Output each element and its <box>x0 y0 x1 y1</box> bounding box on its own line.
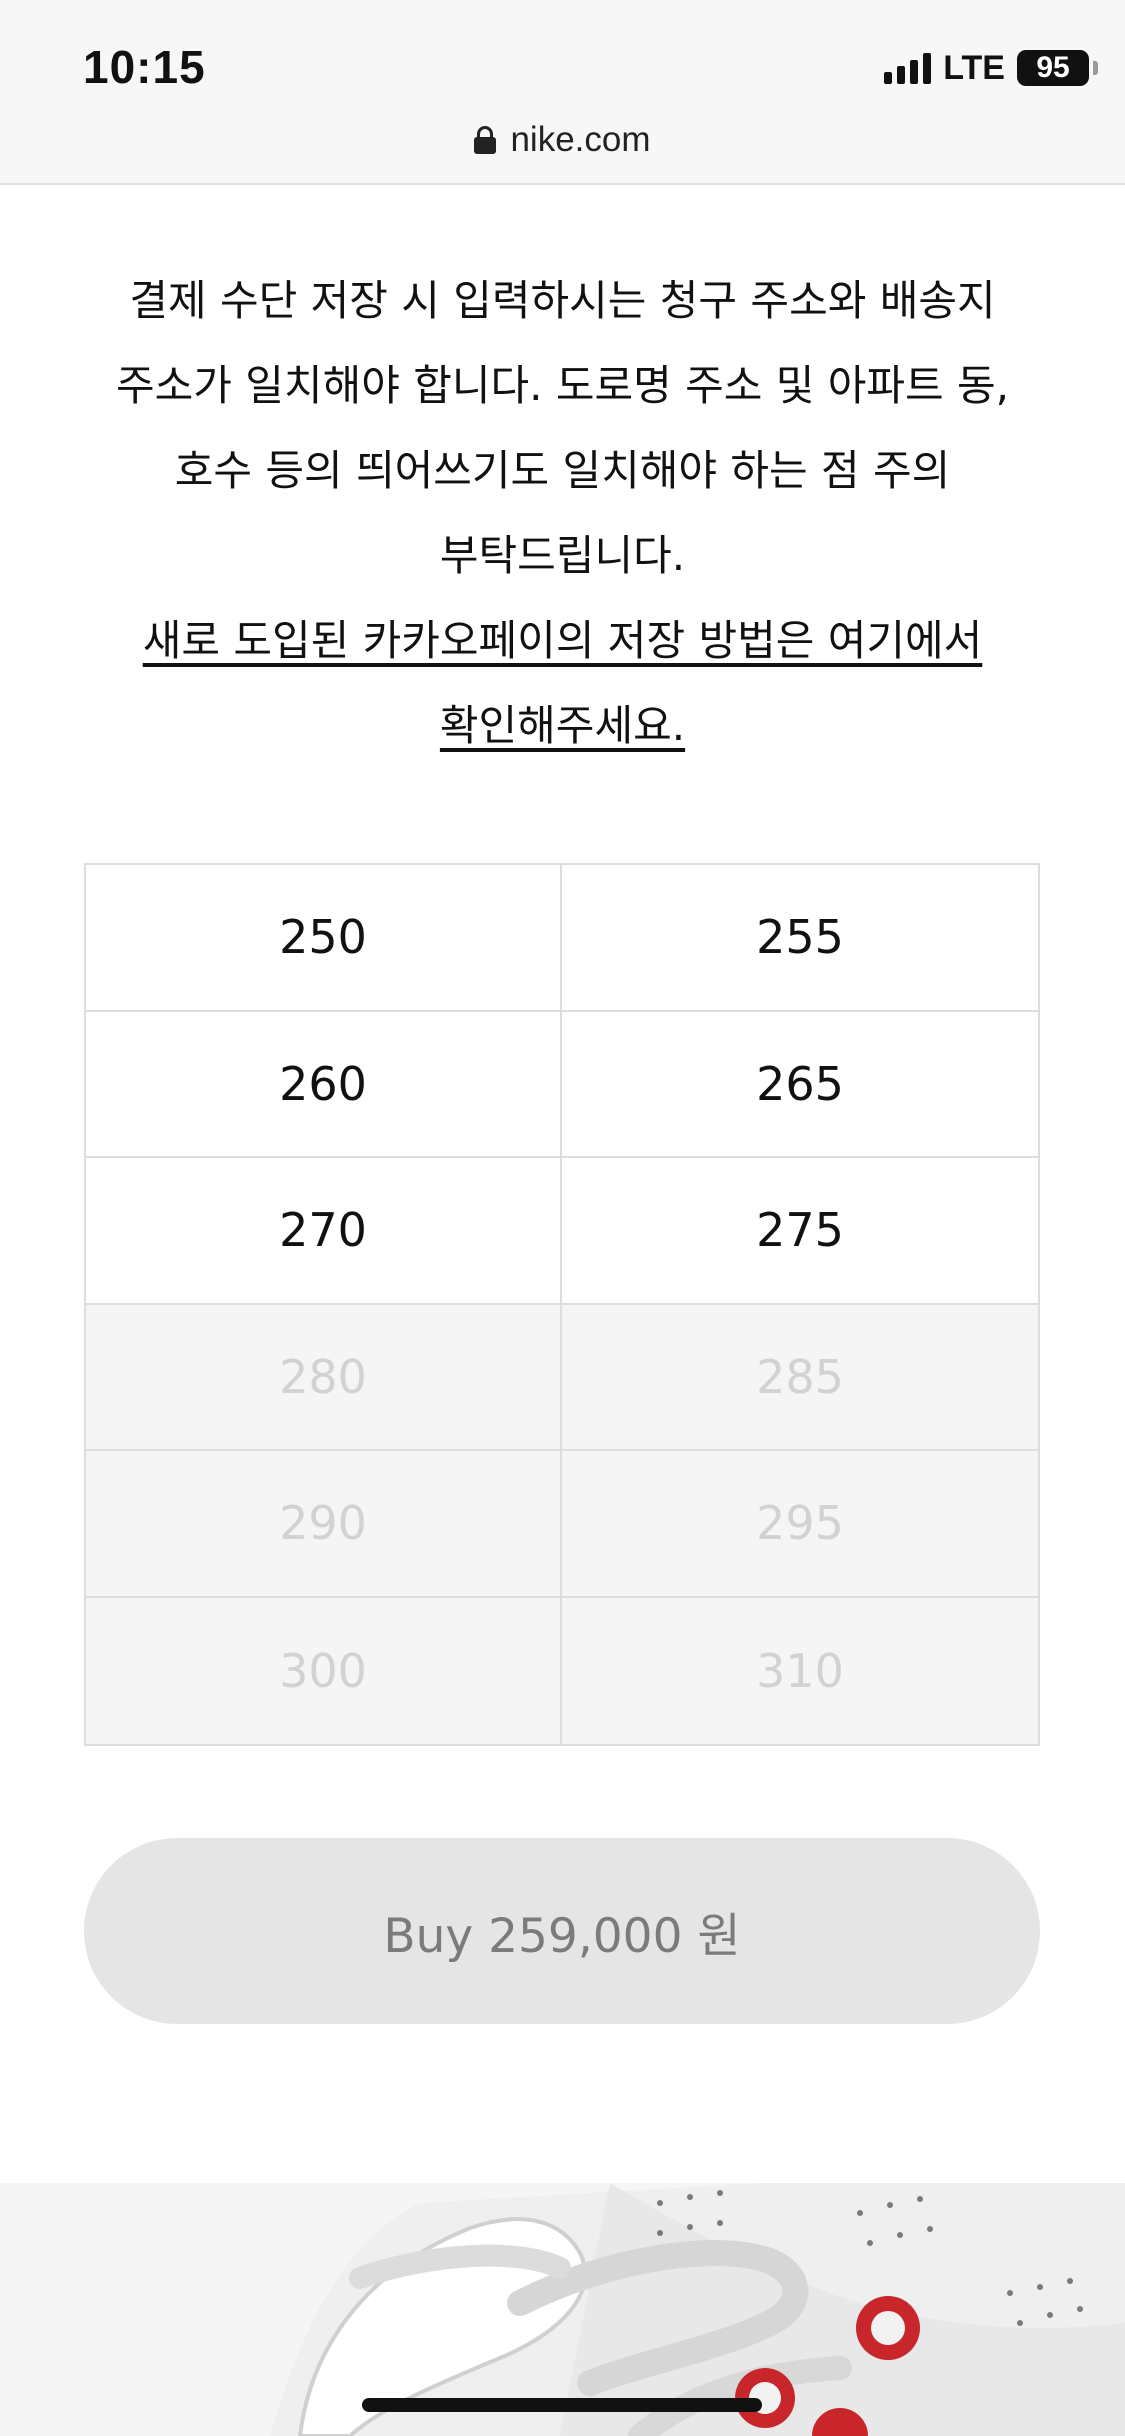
kakaopay-guide-link[interactable]: 새로 도입된 카카오페이의 저장 방법은 여기에서 <box>143 616 983 665</box>
size-option-295: 295 <box>562 1451 1038 1598</box>
size-selector-grid: 250 255 260 265 270 275 280 285 290 295 300 310 <box>84 863 1040 1746</box>
lock-icon <box>474 126 497 154</box>
url-text: nike.com <box>510 120 651 159</box>
notice-line: 부탁드립니다. <box>439 531 686 580</box>
home-indicator[interactable] <box>362 2398 762 2412</box>
battery-level: 95 <box>1036 51 1070 84</box>
buy-button[interactable]: Buy 259,000 원 <box>84 1838 1040 2024</box>
size-option-265[interactable]: 265 <box>562 1011 1038 1158</box>
size-option-280: 280 <box>86 1304 562 1451</box>
size-option-250[interactable]: 250 <box>86 865 562 1012</box>
network-type: LTE <box>943 48 1005 87</box>
size-option-310: 310 <box>562 1597 1038 1744</box>
size-option-260[interactable]: 260 <box>86 1011 562 1158</box>
kakaopay-guide-link[interactable]: 확인해주세요. <box>440 701 685 750</box>
payment-notice: 결제 수단 저장 시 입력하시는 청구 주소와 배송지 주소가 일치해야 합니다… <box>60 258 1065 768</box>
status-indicators: LTE 95 <box>884 48 1098 88</box>
size-option-270[interactable]: 270 <box>86 1158 562 1305</box>
size-option-300: 300 <box>86 1597 562 1744</box>
notice-line: 결제 수단 저장 시 입력하시는 청구 주소와 배송지 <box>129 276 996 325</box>
size-option-285: 285 <box>562 1304 1038 1451</box>
browser-top-bar: 10:15 LTE 95 nike.com <box>0 0 1125 185</box>
size-option-255[interactable]: 255 <box>562 865 1038 1012</box>
size-option-275[interactable]: 275 <box>562 1158 1038 1305</box>
address-bar[interactable]: nike.com <box>0 118 1125 162</box>
notice-line: 주소가 일치해야 합니다. 도로명 주소 및 아파트 동, <box>116 361 1009 410</box>
battery-icon: 95 <box>1017 50 1098 86</box>
status-time: 10:15 <box>83 41 206 93</box>
size-option-290: 290 <box>86 1451 562 1598</box>
signal-strength-icon <box>884 52 932 84</box>
notice-line: 호수 등의 띄어쓰기도 일치해야 하는 점 주의 <box>174 446 951 495</box>
